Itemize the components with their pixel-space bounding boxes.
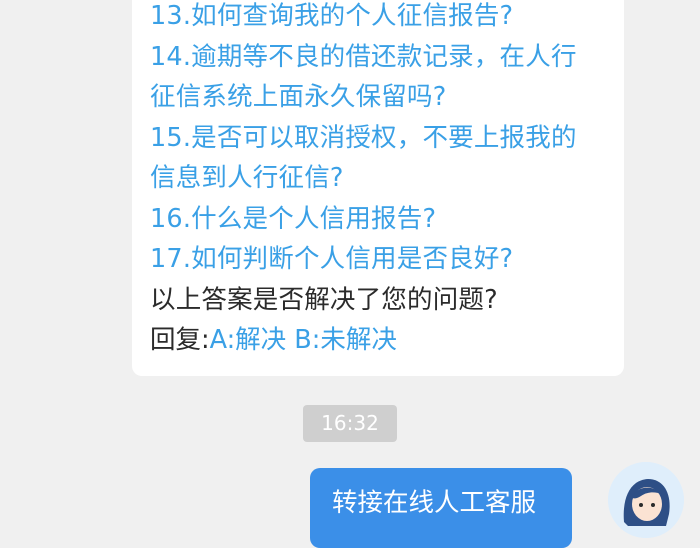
resolution-prompt: 以上答案是否解决了您的问题? — [150, 284, 498, 315]
faq-question-13[interactable]: 13.如何查询我的个人征信报告? — [150, 0, 616, 37]
faq-question-list: 13.如何查询我的个人征信报告? 14.逾期等不良的借还款记录，在人行 征信系统… — [150, 0, 616, 361]
user-message-text: 转接在线人工客服 — [332, 488, 537, 518]
user-message-bubble: 转接在线人工客服 — [310, 468, 572, 548]
timestamp-chip: 16:32 — [303, 405, 397, 442]
faq-question-17[interactable]: 17.如何判断个人信用是否良好? — [150, 239, 616, 280]
faq-question-14[interactable]: 14.逾期等不良的借还款记录，在人行 — [150, 37, 616, 78]
faq-question-16[interactable]: 16.什么是个人信用报告? — [150, 199, 616, 240]
agent-avatar-icon[interactable] — [608, 462, 684, 538]
option-a-link[interactable]: A:解决 — [210, 325, 287, 355]
faq-question-15[interactable]: 15.是否可以取消授权，不要上报我的 — [150, 118, 616, 159]
bot-message-bubble: 13.如何查询我的个人征信报告? 14.逾期等不良的借还款记录，在人行 征信系统… — [132, 0, 624, 376]
reply-prefix: 回复: — [150, 325, 210, 355]
faq-question-14-continued[interactable]: 征信系统上面永久保留吗? — [150, 77, 616, 118]
faq-question-15-continued[interactable]: 信息到人行征信? — [150, 158, 616, 199]
agent-avatar-graphic — [608, 462, 684, 538]
option-b-link[interactable]: B:未解决 — [294, 325, 397, 355]
reply-instruction: 回复:A:解决 B:未解决 — [150, 320, 616, 361]
